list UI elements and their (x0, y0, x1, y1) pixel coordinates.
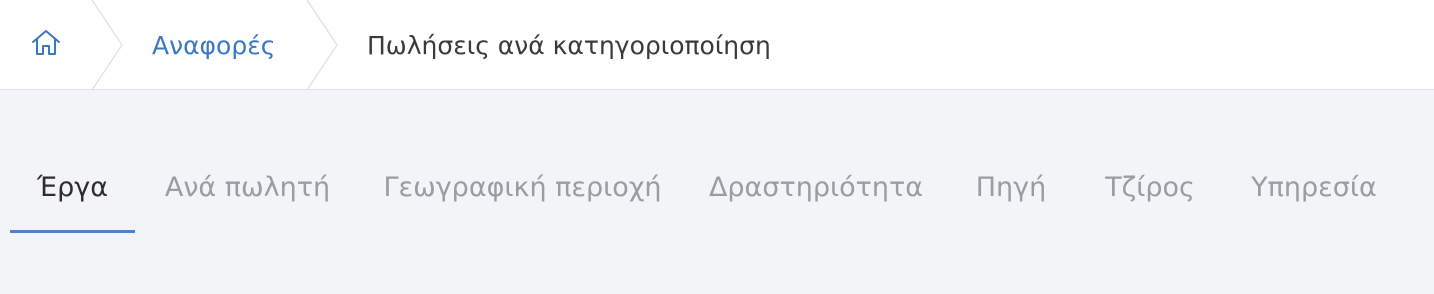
tab-source[interactable]: Πηγή (968, 140, 1054, 234)
breadcrumb-separator (91, 0, 123, 90)
active-tab-indicator (10, 230, 135, 233)
tab-service[interactable]: Υπηρεσία (1246, 140, 1382, 234)
category-tabs: Έργα Ανά πωλητή Γεωγραφική περιοχή Δραστ… (0, 140, 1434, 236)
breadcrumb-home[interactable] (30, 0, 66, 90)
tab-geographic-region[interactable]: Γεωγραφική περιοχή (380, 140, 665, 234)
tab-by-salesperson[interactable]: Ανά πωλητή (160, 140, 335, 234)
breadcrumb: Αναφορές Πωλήσεις ανά κατηγοριοποίηση (0, 0, 1434, 90)
tab-projects[interactable]: Έργα (10, 140, 135, 234)
breadcrumb-reports-link[interactable]: Αναφορές (152, 0, 275, 90)
home-icon (30, 27, 62, 63)
breadcrumb-separator (306, 0, 338, 90)
tab-activity[interactable]: Δραστηριότητα (709, 140, 923, 234)
tab-turnover[interactable]: Τζίρος (1100, 140, 1200, 234)
breadcrumb-current-page: Πωλήσεις ανά κατηγοριοποίηση (367, 30, 771, 60)
